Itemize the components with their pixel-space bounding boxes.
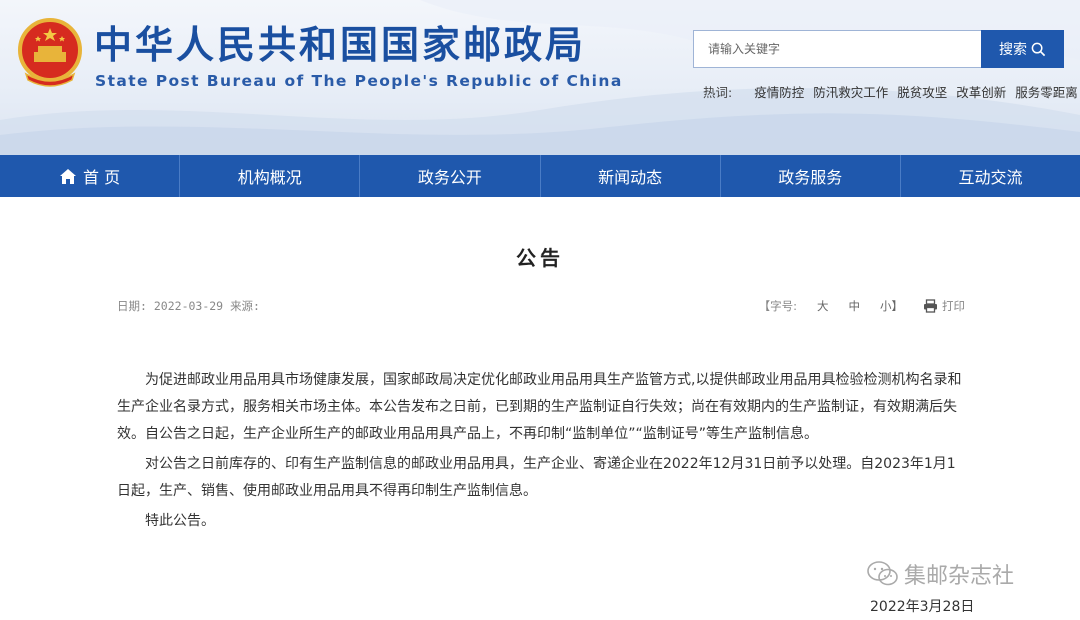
article-meta: 日期: 2022-03-29 来源: <box>117 298 260 314</box>
nav-item-label: 新闻动态 <box>598 168 663 187</box>
search-icon <box>1031 42 1046 56</box>
nav-item-about[interactable]: 机构概况 <box>180 155 361 197</box>
hot-words-bar: 热词: 疫情防控 防汛救灾工作 脱贫攻坚 改革创新 服务零距离 <box>703 82 1078 101</box>
publish-date: 2022-03-29 <box>153 299 224 313</box>
signature-date: 2022年3月28日 <box>870 599 975 615</box>
site-header: 中华人民共和国国家邮政局 State Post Bureau of The Pe… <box>0 0 1080 155</box>
article-paragraph: 为促进邮政业用品用具市场健康发展，国家邮政局决定优化邮政业用品用具生产监管方式,… <box>117 372 962 442</box>
wechat-watermark: 集邮杂志社 <box>866 558 1014 590</box>
hot-word-link[interactable]: 脱贫攻坚 <box>897 82 947 101</box>
nav-item-government-affairs[interactable]: 政务公开 <box>360 155 541 197</box>
search-button-label: 搜索 <box>999 42 1027 58</box>
nav-item-home[interactable]: 首 页 <box>0 155 181 197</box>
site-title: 中华人民共和国国家邮政局 <box>94 23 587 67</box>
print-button[interactable]: 打印 <box>923 298 965 314</box>
nav-item-label: 首 页 <box>83 168 121 187</box>
site-subtitle: State Post Bureau of The People's Republ… <box>95 72 623 90</box>
watermark-text: 集邮杂志社 <box>904 564 1015 589</box>
nav-item-label: 政务公开 <box>417 168 482 187</box>
nav-item-label: 政务服务 <box>778 168 843 187</box>
search-input[interactable] <box>693 30 981 68</box>
font-size-large-button[interactable]: 大 <box>817 298 829 314</box>
printer-icon <box>924 299 937 313</box>
article-paragraph: 特此公告。 <box>145 513 215 529</box>
source-label: 来源: <box>230 299 260 313</box>
hot-word-link[interactable]: 疫情防控 <box>754 82 804 101</box>
main-nav: 首 页 机构概况 政务公开 新闻动态 政务服务 互动交流 <box>0 155 1080 197</box>
home-icon <box>60 168 77 184</box>
print-label: 打印 <box>942 299 965 313</box>
font-size-medium-button[interactable]: 中 <box>849 298 861 314</box>
national-emblem-icon <box>18 18 82 87</box>
article-paragraph: 对公告之日前库存的、印有生产监制信息的邮政业用品用具，生产企业、寄递企业在202… <box>117 456 956 499</box>
font-size-label: 【字号: <box>758 299 797 313</box>
nav-item-label: 互动交流 <box>958 168 1023 187</box>
nav-item-services[interactable]: 政务服务 <box>721 155 901 197</box>
article-title: 公告 <box>516 246 564 270</box>
article-body: 为促进邮政业用品用具市场健康发展，国家邮政局决定优化邮政业用品用具生产监管方式,… <box>117 367 967 538</box>
font-size-small-button[interactable]: 小】 <box>880 298 903 314</box>
search-button[interactable]: 搜索 <box>981 30 1064 68</box>
hot-words-label: 热词: <box>703 85 733 100</box>
date-label: 日期: <box>117 299 147 313</box>
hot-word-link[interactable]: 防汛救灾工作 <box>813 82 888 101</box>
nav-item-label: 机构概况 <box>237 168 302 187</box>
hot-word-link[interactable]: 服务零距离 <box>1015 82 1078 101</box>
article-tools: 【字号: 大 中 小】 打印 <box>759 298 965 314</box>
wechat-icon <box>867 561 898 586</box>
nav-item-news[interactable]: 新闻动态 <box>541 155 721 197</box>
hot-word-link[interactable]: 改革创新 <box>956 82 1006 101</box>
nav-item-interaction[interactable]: 互动交流 <box>901 155 1080 197</box>
